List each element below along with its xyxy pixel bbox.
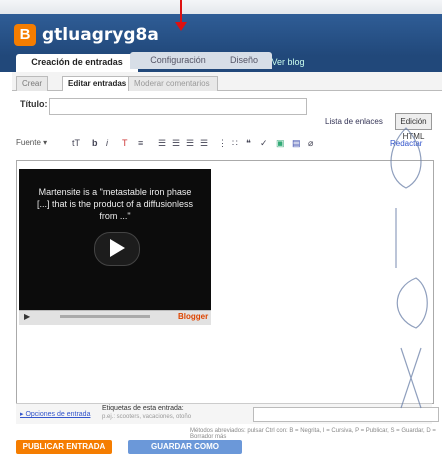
clear-format-icon[interactable]: ⌀ [308, 138, 313, 149]
post-options-link[interactable]: ▸ Opciones de entrada [20, 410, 90, 418]
align-center-icon[interactable]: ☰ [172, 138, 180, 149]
text-color-icon[interactable]: T [122, 138, 128, 148]
labels-hint: p.ej.: scooters, vacaciones, otoño [102, 414, 192, 420]
unordered-list-icon[interactable]: ∷ [232, 138, 238, 149]
align-right-icon[interactable]: ☰ [186, 138, 194, 149]
quote-icon[interactable]: ❝ [246, 138, 251, 149]
video-brand-logo: Blogger [178, 312, 209, 321]
strikethrough-icon[interactable]: ≡ [138, 138, 143, 148]
link-list-link[interactable]: Lista de enlaces [325, 117, 383, 126]
align-left-icon[interactable]: ☰ [158, 138, 166, 149]
labels-label: Etiquetas de esta entrada: [102, 405, 184, 412]
video-play-small-icon[interactable]: ▶ [24, 312, 30, 321]
justify-icon[interactable]: ☰ [200, 138, 208, 149]
bold-icon[interactable]: b [92, 138, 98, 148]
browser-top-strip [0, 0, 442, 14]
play-icon [110, 239, 125, 257]
ordered-list-icon[interactable]: ⋮ [218, 138, 227, 149]
tab-view-blog[interactable]: Ver blog [260, 54, 316, 71]
italic-icon[interactable]: i [106, 138, 108, 148]
video-progress-track[interactable] [60, 315, 150, 318]
watermark [390, 127, 428, 409]
title-input[interactable] [49, 98, 307, 115]
video-caption: Martensite is a "metastable iron phase [… [37, 187, 193, 221]
spellcheck-icon[interactable]: ✓ [260, 138, 268, 149]
save-draft-button[interactable]: GUARDAR COMO BORRADOR [128, 440, 242, 465]
annotation-arrow-head [175, 22, 187, 31]
blog-title: gtluagryg8a [42, 25, 159, 45]
blogger-logo-icon[interactable]: B [14, 24, 36, 46]
font-select[interactable]: Fuente ▾ [16, 138, 47, 147]
blogger-header: B gtluagryg8a [0, 14, 442, 56]
font-size-icon[interactable]: tT [72, 138, 80, 148]
video-icon[interactable]: ▤ [292, 138, 301, 149]
image-icon[interactable]: ▣ [276, 138, 285, 149]
publish-post-button[interactable]: PUBLICAR ENTRADA [16, 440, 112, 454]
tab-settings[interactable]: Configuración [130, 52, 226, 69]
subtab-edit-posts[interactable]: Editar entradas [62, 76, 134, 91]
subtab-create[interactable]: Crear [16, 76, 48, 91]
title-label: Título: [20, 99, 48, 109]
tab-posting[interactable]: Creación de entradas [16, 54, 138, 72]
subtab-moderate-comments[interactable]: Moderar comentarios [128, 76, 218, 91]
